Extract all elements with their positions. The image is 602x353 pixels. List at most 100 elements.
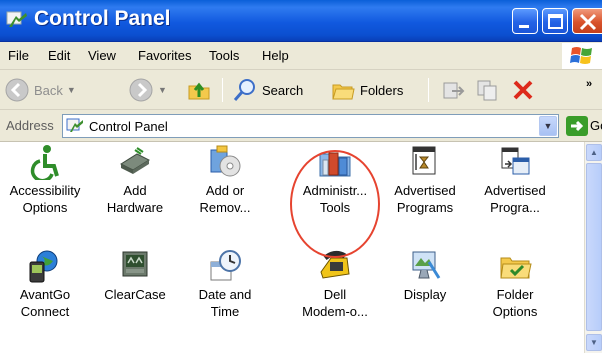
- item-label: Advertised: [484, 183, 546, 198]
- minimize-icon: [519, 25, 529, 28]
- menu-bar: File Edit View Favorites Tools Help: [0, 42, 602, 70]
- item-label: Hardware: [106, 200, 164, 215]
- item-label: Add or: [205, 183, 245, 198]
- toolbar-overflow-chevron[interactable]: »: [586, 78, 592, 90]
- folder-options-icon: [500, 257, 532, 279]
- folders-button[interactable]: Folders: [330, 76, 403, 104]
- scroll-down-button[interactable]: ▼: [586, 334, 602, 351]
- item-label: ClearCase: [104, 287, 166, 302]
- item-label: Accessibility: [9, 183, 81, 198]
- back-arrow-icon: [5, 78, 29, 102]
- folders-icon: [332, 84, 355, 100]
- item-label: Options: [492, 304, 538, 319]
- control-panel-window: Control Panel File Edit View Favorites T…: [0, 0, 602, 353]
- highlight-circle-annotation: [290, 150, 380, 258]
- item-label: Connect: [20, 304, 70, 319]
- window-title: Control Panel: [34, 7, 171, 30]
- item-accessibility-options[interactable]: Accessibility Options: [0, 144, 90, 216]
- menu-view[interactable]: View: [88, 48, 116, 63]
- add-hardware-icon: [119, 147, 151, 174]
- item-add-remove-programs[interactable]: Add or Remov...: [180, 144, 270, 216]
- maximize-button[interactable]: [542, 8, 568, 34]
- search-label: Search: [262, 82, 304, 98]
- item-avantgo-connect[interactable]: AvantGo Connect: [0, 248, 90, 320]
- up-folder-button[interactable]: [186, 76, 212, 104]
- address-field[interactable]: Control Panel ▼: [62, 114, 559, 138]
- item-date-and-time[interactable]: Date and Time: [180, 248, 270, 320]
- item-label: Advertised: [394, 183, 456, 198]
- menu-file[interactable]: File: [8, 48, 29, 63]
- delete-x-icon: [513, 80, 533, 100]
- item-label: Add: [123, 183, 147, 198]
- go-arrow-icon: [571, 120, 584, 132]
- back-button[interactable]: Back ▼: [4, 76, 76, 104]
- clearcase-icon: [122, 251, 148, 277]
- address-value: Control Panel: [89, 119, 168, 134]
- control-panel-items: Accessibility Options Add Hardware Add o…: [0, 142, 584, 353]
- address-bar: Address Control Panel ▼ Go: [0, 110, 602, 142]
- item-label: Folder: [496, 287, 534, 302]
- close-button[interactable]: [572, 8, 602, 34]
- item-clearcase[interactable]: ClearCase: [90, 248, 180, 303]
- copy-to-button[interactable]: [474, 76, 500, 104]
- item-label: AvantGo: [19, 287, 71, 302]
- close-icon: [579, 13, 597, 31]
- menu-tools[interactable]: Tools: [209, 48, 239, 63]
- control-panel-icon: [6, 11, 27, 27]
- folders-label: Folders: [360, 82, 404, 98]
- back-dropdown-icon[interactable]: ▼: [67, 85, 76, 95]
- item-folder-options[interactable]: Folder Options: [470, 248, 560, 320]
- item-label: Date and: [198, 287, 252, 302]
- go-label[interactable]: Go: [590, 118, 602, 133]
- advertised-programs-icon: [501, 147, 530, 175]
- chevron-up-icon: ▲: [590, 148, 598, 157]
- control-panel-icon: [66, 118, 83, 132]
- up-folder-icon: [188, 82, 210, 100]
- scroll-up-button[interactable]: ▲: [586, 144, 602, 161]
- search-button[interactable]: Search: [232, 76, 303, 104]
- toolbar-separator: [222, 78, 223, 102]
- scroll-thumb[interactable]: [586, 163, 602, 331]
- search-icon: [233, 79, 255, 101]
- item-label: Options: [22, 200, 68, 215]
- windows-flag-icon: [570, 47, 592, 64]
- advertised-programs-icon: [412, 146, 436, 175]
- move-to-icon: [443, 82, 465, 99]
- windows-logo: [562, 43, 602, 69]
- forward-arrow-icon: [129, 78, 153, 102]
- forward-button[interactable]: ▼: [128, 76, 167, 104]
- item-label: Dell: [323, 287, 347, 302]
- move-to-button[interactable]: [440, 76, 466, 104]
- item-label: Modem-o...: [302, 304, 368, 319]
- date-time-icon: [210, 250, 241, 281]
- address-label: Address: [6, 118, 54, 133]
- go-button[interactable]: [566, 116, 588, 136]
- menu-favorites[interactable]: Favorites: [138, 48, 191, 63]
- item-display[interactable]: Display: [380, 248, 470, 303]
- avantgo-connect-icon: [29, 250, 58, 283]
- item-add-hardware[interactable]: Add Hardware: [90, 144, 180, 216]
- forward-dropdown-icon[interactable]: ▼: [158, 85, 167, 95]
- chevron-down-icon: ▼: [543, 121, 553, 131]
- menu-help[interactable]: Help: [262, 48, 289, 63]
- add-remove-programs-icon: [210, 145, 241, 177]
- maximize-icon: [548, 14, 563, 29]
- menu-edit[interactable]: Edit: [48, 48, 70, 63]
- item-label: Time: [210, 304, 240, 319]
- back-label: Back: [34, 82, 63, 98]
- toolbar-separator: [428, 78, 429, 102]
- item-advertised-programs-2[interactable]: Advertised Progra...: [470, 144, 560, 216]
- address-dropdown-button[interactable]: ▼: [539, 116, 557, 136]
- standard-toolbar: Back ▼ ▼ Search Folders »: [0, 70, 602, 110]
- item-label: Progra...: [490, 200, 540, 215]
- item-label: Programs: [396, 200, 454, 215]
- vertical-scrollbar[interactable]: ▲ ▼: [584, 142, 602, 353]
- item-label: Remov...: [199, 200, 251, 215]
- minimize-button[interactable]: [512, 8, 538, 34]
- title-bar[interactable]: Control Panel: [0, 0, 602, 42]
- copy-to-icon: [477, 80, 497, 101]
- delete-button[interactable]: [510, 76, 536, 104]
- item-advertised-programs[interactable]: Advertised Programs: [380, 144, 470, 216]
- display-icon: [412, 251, 441, 279]
- item-dell-modem[interactable]: Dell Modem-o...: [290, 248, 380, 320]
